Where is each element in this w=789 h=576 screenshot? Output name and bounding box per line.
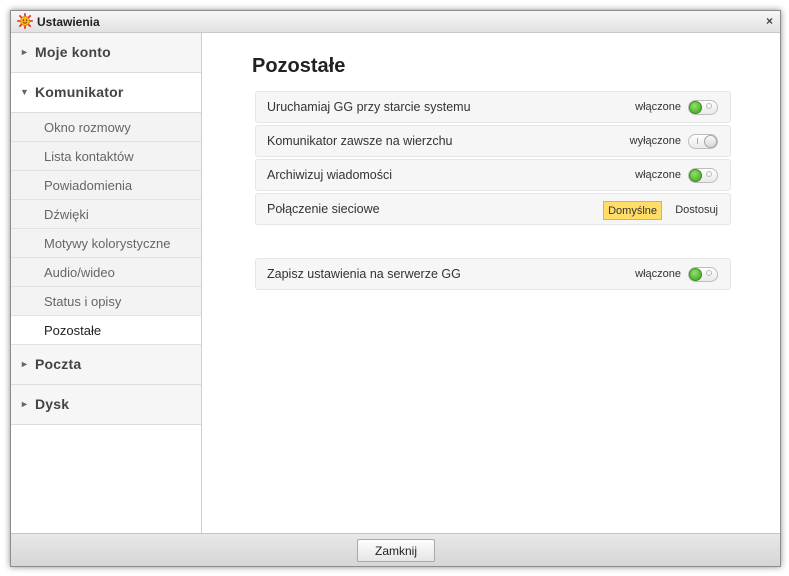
settings-sidebar: ► Moje konto ▼ Komunikator Okno rozmowy …	[11, 33, 202, 535]
sidebar-section-poczta[interactable]: ► Poczta	[11, 345, 201, 385]
window-title: Ustawienia	[37, 15, 100, 29]
archive-toggle[interactable]	[688, 168, 718, 183]
network-default-button[interactable]: Domyślne	[603, 201, 662, 220]
setting-state: włączone	[635, 101, 681, 113]
sidebar-item-pozostale[interactable]: Pozostałe	[11, 316, 201, 345]
setting-state: włączone	[635, 169, 681, 181]
page-title: Pozostałe	[252, 55, 346, 77]
sidebar-section-label: Moje konto	[35, 44, 111, 60]
gg-sun-icon	[17, 13, 33, 29]
sidebar-section-moje-konto[interactable]: ► Moje konto	[11, 33, 201, 73]
sidebar-item-status[interactable]: Status i opisy	[11, 287, 201, 316]
toggle-knob	[704, 135, 717, 148]
setting-label: Archiwizuj wiadomości	[267, 168, 393, 182]
sidebar-item-label: Dźwięki	[44, 207, 89, 222]
setting-row-archive: Archiwizuj wiadomości włączone	[255, 159, 731, 191]
toggle-off-mark-icon	[706, 103, 712, 109]
sidebar-item-lista-kontaktow[interactable]: Lista kontaktów	[11, 142, 201, 171]
sidebar-item-powiadomienia[interactable]: Powiadomienia	[11, 171, 201, 200]
sidebar-item-audio-wideo[interactable]: Audio/wideo	[11, 258, 201, 287]
network-customize-button[interactable]: Dostosuj	[675, 204, 718, 216]
setting-state: wyłączone	[629, 135, 681, 147]
sidebar-item-label: Motywy kolorystyczne	[44, 236, 171, 251]
sidebar-section-label: Komunikator	[35, 84, 124, 100]
setting-row-autostart: Uruchamiaj GG przy starcie systemu włącz…	[255, 91, 731, 123]
sidebar-item-label: Status i opisy	[44, 294, 122, 309]
setting-state: włączone	[635, 268, 681, 280]
sidebar-item-motywy[interactable]: Motywy kolorystyczne	[11, 229, 201, 258]
sidebar-section-komunikator[interactable]: ▼ Komunikator	[11, 73, 201, 113]
toggle-off-mark-icon	[706, 270, 712, 276]
sidebar-item-label: Lista kontaktów	[44, 149, 134, 164]
toggle-knob	[689, 169, 702, 182]
sidebar-item-okno-rozmowy[interactable]: Okno rozmowy	[11, 113, 201, 142]
sidebar-section-label: Dysk	[35, 396, 70, 412]
arrow-right-icon: ►	[20, 47, 29, 57]
setting-label: Zapisz ustawienia na serwerze GG	[267, 267, 461, 281]
setting-row-network: Połączenie sieciowe Domyślne Dostosuj	[255, 193, 731, 225]
sidebar-section-dysk[interactable]: ► Dysk	[11, 385, 201, 425]
title-bar[interactable]: Ustawienia ×	[11, 11, 780, 33]
sidebar-item-dzwieki[interactable]: Dźwięki	[11, 200, 201, 229]
settings-content: Pozostałe Uruchamiaj GG przy starcie sys…	[202, 33, 780, 535]
setting-row-save-server: Zapisz ustawienia na serwerze GG włączon…	[255, 258, 731, 290]
dialog-footer: Zamknij	[11, 533, 780, 566]
settings-window: Ustawienia × ► Moje konto ▼ Komunikator …	[10, 10, 781, 567]
setting-label: Komunikator zawsze na wierzchu	[267, 134, 453, 148]
sidebar-item-label: Okno rozmowy	[44, 120, 131, 135]
arrow-down-icon: ▼	[20, 87, 29, 97]
sidebar-item-label: Powiadomienia	[44, 178, 133, 193]
autostart-toggle[interactable]	[688, 100, 718, 115]
toggle-off-mark-icon	[706, 171, 712, 177]
setting-label: Połączenie sieciowe	[267, 202, 380, 216]
setting-row-always-on-top: Komunikator zawsze na wierzchu wyłączone	[255, 125, 731, 157]
sidebar-item-label: Audio/wideo	[44, 265, 115, 280]
close-button[interactable]: Zamknij	[357, 539, 435, 562]
arrow-right-icon: ►	[20, 359, 29, 369]
sidebar-item-label: Pozostałe	[44, 323, 102, 338]
sidebar-section-label: Poczta	[35, 356, 82, 372]
toggle-knob	[689, 268, 702, 281]
toggle-on-mark-icon	[697, 138, 698, 144]
setting-label: Uruchamiaj GG przy starcie systemu	[267, 100, 471, 114]
toggle-knob	[689, 101, 702, 114]
arrow-right-icon: ►	[20, 399, 29, 409]
always-on-top-toggle[interactable]	[688, 134, 718, 149]
save-server-toggle[interactable]	[688, 267, 718, 282]
close-icon[interactable]: ×	[766, 14, 773, 28]
